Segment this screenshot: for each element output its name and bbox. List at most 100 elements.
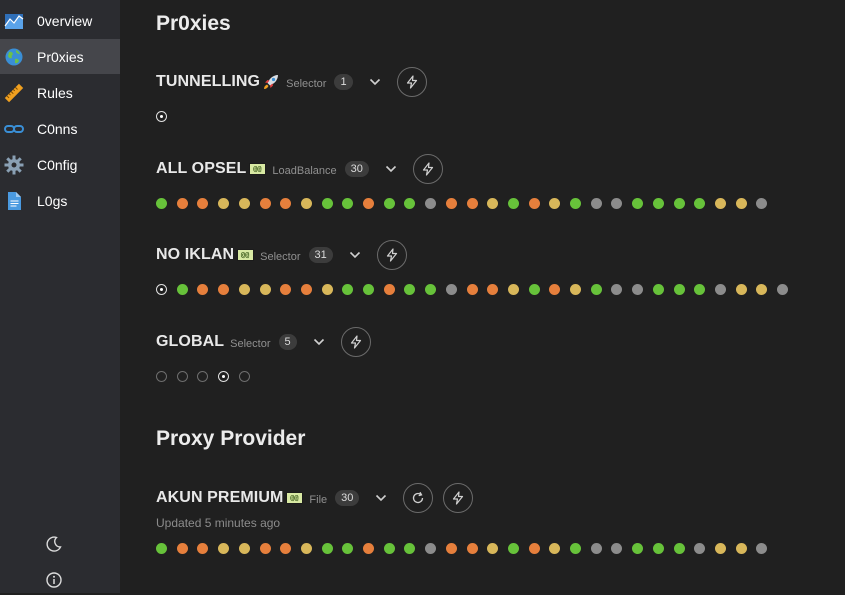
proxy-latency-dot[interactable] — [714, 198, 726, 209]
proxy-latency-dot[interactable] — [404, 198, 416, 209]
proxy-latency-dot[interactable] — [570, 284, 581, 295]
proxy-latency-dot[interactable] — [694, 284, 706, 295]
proxy-latency-dot[interactable] — [652, 543, 664, 554]
proxy-latency-dot[interactable] — [218, 543, 230, 554]
proxy-latency-dot[interactable] — [383, 198, 395, 209]
proxy-latency-dot[interactable] — [528, 284, 540, 295]
proxy-latency-dot[interactable] — [156, 198, 167, 209]
proxy-latency-dot[interactable] — [259, 198, 271, 209]
proxy-latency-dot[interactable] — [611, 198, 623, 209]
group-name[interactable]: TUNNELLING — [156, 73, 260, 91]
proxy-latency-dot[interactable] — [259, 543, 271, 554]
proxy-latency-dot[interactable] — [735, 284, 747, 295]
provider-name[interactable]: AKUN PREMIUM — [156, 489, 283, 507]
proxy-latency-dot[interactable] — [176, 543, 188, 554]
proxy-latency-dot[interactable] — [238, 543, 250, 554]
proxy-latency-dot[interactable] — [280, 284, 292, 295]
proxy-latency-dot[interactable] — [321, 198, 333, 209]
group-name[interactable]: GLOBAL — [156, 333, 224, 351]
sidebar-item-logs[interactable]: L0gs — [0, 183, 120, 218]
proxy-latency-dot[interactable] — [507, 543, 519, 554]
proxy-dot-empty[interactable] — [197, 371, 209, 382]
proxy-latency-dot[interactable] — [590, 284, 602, 295]
proxy-latency-dot[interactable] — [590, 198, 602, 209]
proxy-dot-selected[interactable] — [218, 371, 230, 382]
proxy-latency-dot[interactable] — [425, 198, 437, 209]
proxy-latency-dot[interactable] — [176, 284, 188, 295]
proxy-latency-dot[interactable] — [777, 284, 788, 295]
proxy-latency-dot[interactable] — [632, 543, 644, 554]
proxy-latency-dot[interactable] — [218, 198, 230, 209]
proxy-latency-dot[interactable] — [487, 284, 499, 295]
latency-test-button[interactable] — [443, 483, 474, 513]
latency-test-button[interactable] — [340, 327, 371, 357]
proxy-latency-dot[interactable] — [197, 543, 209, 554]
proxy-dot-selected[interactable] — [156, 111, 167, 122]
latency-test-button[interactable] — [412, 154, 443, 184]
proxy-latency-dot[interactable] — [570, 543, 581, 554]
proxy-latency-dot[interactable] — [363, 543, 374, 554]
proxy-dot-empty[interactable] — [156, 371, 167, 382]
proxy-latency-dot[interactable] — [425, 284, 437, 295]
proxy-latency-dot[interactable] — [652, 284, 664, 295]
chevron-down-icon[interactable] — [347, 247, 363, 263]
proxy-latency-dot[interactable] — [611, 543, 623, 554]
proxy-latency-dot[interactable] — [507, 284, 519, 295]
proxy-latency-dot[interactable] — [714, 284, 726, 295]
proxy-latency-dot[interactable] — [383, 543, 395, 554]
group-name[interactable]: ALL OPSEL — [156, 160, 246, 178]
proxy-latency-dot[interactable] — [321, 284, 333, 295]
proxy-latency-dot[interactable] — [632, 284, 644, 295]
proxy-latency-dot[interactable] — [673, 284, 685, 295]
proxy-latency-dot[interactable] — [528, 198, 540, 209]
proxy-latency-dot[interactable] — [487, 543, 499, 554]
proxy-latency-dot[interactable] — [342, 284, 354, 295]
chevron-down-icon[interactable] — [383, 161, 399, 177]
proxy-latency-dot[interactable] — [363, 198, 374, 209]
proxy-latency-dot[interactable] — [445, 198, 457, 209]
proxy-latency-dot[interactable] — [673, 543, 685, 554]
proxy-latency-dot[interactable] — [673, 198, 685, 209]
proxy-latency-dot[interactable] — [487, 198, 499, 209]
proxy-latency-dot[interactable] — [404, 543, 416, 554]
refresh-button[interactable] — [403, 483, 434, 513]
proxy-latency-dot[interactable] — [756, 543, 768, 554]
proxy-latency-dot[interactable] — [694, 543, 706, 554]
proxy-latency-dot[interactable] — [714, 543, 726, 554]
proxy-latency-dot[interactable] — [156, 543, 167, 554]
proxy-latency-dot[interactable] — [756, 198, 768, 209]
proxy-latency-dot[interactable] — [300, 543, 312, 554]
proxy-latency-dot[interactable] — [280, 543, 292, 554]
sidebar-item-config[interactable]: C0nfig — [0, 147, 120, 182]
proxy-latency-dot[interactable] — [342, 543, 354, 554]
sidebar-item-rules[interactable]: Rules — [0, 75, 120, 110]
info-icon[interactable] — [44, 570, 64, 590]
proxy-latency-dot[interactable] — [652, 198, 664, 209]
latency-test-button[interactable] — [376, 240, 407, 270]
proxy-latency-dot[interactable] — [218, 284, 230, 295]
proxy-latency-dot[interactable] — [321, 543, 333, 554]
proxy-latency-dot[interactable] — [300, 284, 312, 295]
sidebar-item-proxies[interactable]: Pr0xies — [0, 39, 120, 74]
proxy-latency-dot[interactable] — [300, 198, 312, 209]
proxy-latency-dot[interactable] — [549, 543, 561, 554]
proxy-latency-dot[interactable] — [445, 543, 457, 554]
group-name[interactable]: NO IKLAN — [156, 246, 234, 264]
proxy-latency-dot[interactable] — [466, 543, 478, 554]
proxy-latency-dot[interactable] — [549, 284, 561, 295]
chevron-down-icon[interactable] — [311, 334, 327, 350]
proxy-latency-dot[interactable] — [735, 543, 747, 554]
proxy-latency-dot[interactable] — [466, 284, 478, 295]
proxy-latency-dot[interactable] — [632, 198, 644, 209]
moon-icon[interactable] — [44, 534, 64, 554]
proxy-latency-dot[interactable] — [507, 198, 519, 209]
proxy-dot-empty[interactable] — [238, 371, 250, 382]
latency-test-button[interactable] — [396, 67, 427, 97]
proxy-dot-selected[interactable] — [156, 284, 167, 295]
proxy-latency-dot[interactable] — [425, 543, 437, 554]
proxy-latency-dot[interactable] — [549, 198, 561, 209]
proxy-latency-dot[interactable] — [528, 543, 540, 554]
proxy-latency-dot[interactable] — [363, 284, 374, 295]
proxy-dot-empty[interactable] — [176, 371, 188, 382]
proxy-latency-dot[interactable] — [259, 284, 271, 295]
